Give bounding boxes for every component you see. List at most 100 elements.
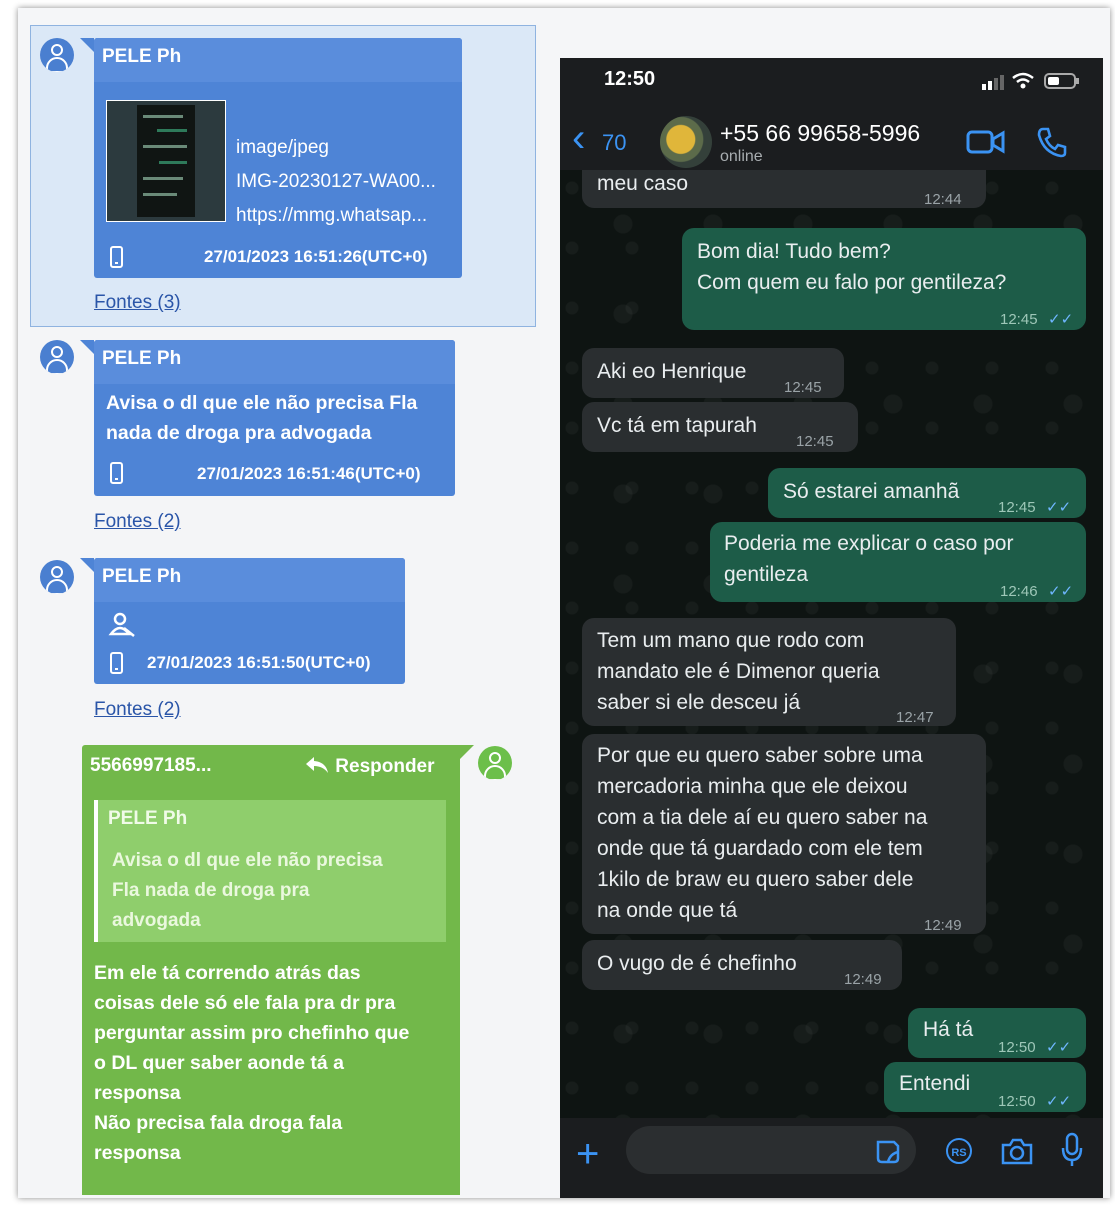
outgoing-message[interactable]: Entendi 12:50 ✓✓ <box>884 1062 1086 1112</box>
reply-button[interactable]: Responder <box>304 755 435 778</box>
phone-icon <box>110 246 123 268</box>
attachment-url[interactable]: https://mmg.whatsap... <box>236 201 427 231</box>
phone-call-icon[interactable] <box>1036 126 1068 158</box>
message-time: 12:45 <box>796 433 834 450</box>
message-text: mandato ele é Dimenor queria <box>597 660 880 683</box>
message-text: Em ele tá correndo atrás das coisas dele… <box>94 958 454 1168</box>
contact-name[interactable]: +55 66 99658-5996 <box>720 120 920 147</box>
phone-icon <box>110 462 123 484</box>
outgoing-message-bubble[interactable]: 5566997185... Responder PELE Ph Avisa o … <box>82 745 474 1195</box>
message-text-line: responsa <box>94 1142 181 1164</box>
sender-number: 5566997185... <box>90 755 212 776</box>
quoted-text: Avisa o dl que ele não precisa Fla nada … <box>112 846 432 936</box>
message-text: Poderia me explicar o caso por <box>724 532 1014 555</box>
read-ticks-icon: ✓✓ <box>1048 311 1074 328</box>
message-text: mercadoria minha que ele deixou <box>597 775 908 798</box>
wifi-icon <box>1012 72 1034 89</box>
message-text: Aki eo Henrique <box>597 360 747 383</box>
contact-card-icon <box>108 612 135 637</box>
chat-header: 12:50 ‹ 70 +55 66 99658-5996 online <box>560 58 1103 170</box>
message-time: 12:45 <box>784 379 822 396</box>
message-bubble[interactable]: PELE Ph Avisa o dl que ele não precisa F… <box>80 340 455 496</box>
message-text-line: Em ele tá correndo atrás das <box>94 962 361 984</box>
message-text-line: responsa <box>94 1082 181 1104</box>
sources-link[interactable]: Fontes (2) <box>94 699 181 721</box>
contact-avatar-icon <box>40 560 74 594</box>
message-time: 12:49 <box>844 971 882 988</box>
outgoing-message[interactable]: Há tá 12:50 ✓✓ <box>908 1008 1086 1058</box>
quoted-text-line: Fla nada de droga pra <box>112 880 310 901</box>
contact-avatar-icon <box>40 340 74 374</box>
microphone-icon[interactable] <box>1060 1132 1084 1168</box>
message-text: Bom dia! Tudo bem? <box>697 240 891 263</box>
attach-plus-icon[interactable]: + <box>576 1132 599 1177</box>
message-time: 12:49 <box>924 917 962 934</box>
quoted-message[interactable]: PELE Ph Avisa o dl que ele não precisa F… <box>94 800 446 942</box>
sources-link[interactable]: Fontes (2) <box>94 511 181 533</box>
outgoing-message[interactable]: Bom dia! Tudo bem? Com quem eu falo por … <box>682 228 1086 330</box>
quoted-text-line: Avisa o dl que ele não precisa <box>112 850 383 871</box>
message-bubble[interactable]: PELE Ph 27/01/2023 16:51:50(UTC+0) <box>80 558 405 684</box>
message-text: Tem um mano que rodo com <box>597 629 865 652</box>
message-bubble[interactable]: PELE Ph image/jpeg IMG-20230127-WA00... … <box>80 38 462 278</box>
camera-icon[interactable] <box>1000 1136 1034 1166</box>
message-time: 12:50 <box>998 1093 1036 1110</box>
incoming-message[interactable]: Por que eu quero saber sobre uma mercado… <box>582 734 986 934</box>
message-time: 12:47 <box>896 709 934 726</box>
read-ticks-icon: ✓✓ <box>1046 499 1072 516</box>
message-text: meu caso <box>597 172 689 195</box>
message-text-line: perguntar assim pro chefinho que <box>94 1022 410 1044</box>
message-text-line: Avisa o dl que ele não precisa Fla <box>106 392 418 414</box>
message-text: Por que eu quero saber sobre uma <box>597 744 923 767</box>
message-time: 12:45 <box>1000 311 1038 328</box>
incoming-message[interactable]: Aki eo Henrique 12:45 <box>582 348 844 398</box>
contact-avatar-icon <box>40 38 74 72</box>
back-unread-count[interactable]: 70 <box>602 130 626 156</box>
sender-name: PELE Ph <box>102 566 182 587</box>
sender-name: PELE Ph <box>102 46 182 67</box>
read-ticks-icon: ✓✓ <box>1048 583 1074 600</box>
message-text: saber si ele desceu já <box>597 691 801 714</box>
read-ticks-icon: ✓✓ <box>1046 1039 1072 1056</box>
sources-link[interactable]: Fontes (3) <box>94 292 181 314</box>
message-text: na onde que tá <box>597 899 738 922</box>
message-timestamp: 27/01/2023 16:51:26(UTC+0) <box>204 247 428 266</box>
phone-icon <box>110 652 123 674</box>
quoted-sender: PELE Ph <box>108 808 188 829</box>
incoming-message[interactable]: O vugo de é chefinho 12:49 <box>582 940 902 990</box>
message-text: Vc tá em tapurah <box>597 414 757 437</box>
incoming-message[interactable]: meu caso 12:44 <box>582 170 986 208</box>
incoming-message[interactable]: Tem um mano que rodo com mandato ele é D… <box>582 618 956 726</box>
message-time: 12:50 <box>998 1039 1036 1056</box>
message-input[interactable] <box>626 1126 916 1174</box>
message-text: onde que tá guardado com ele tem <box>597 837 923 860</box>
attachment-type: image/jpeg <box>236 137 329 158</box>
message-time: 12:46 <box>1000 583 1038 600</box>
contact-status: online <box>720 148 763 165</box>
outgoing-message[interactable]: Poderia me explicar o caso por gentileza… <box>710 522 1086 602</box>
incoming-message[interactable]: Vc tá em tapurah 12:45 <box>582 402 858 452</box>
message-text: gentileza <box>724 563 809 586</box>
whatsapp-phone-screenshot: 12:50 ‹ 70 +55 66 99658-5996 online meu … <box>560 58 1103 1198</box>
reply-arrow-icon <box>306 757 328 773</box>
message-text: Há tá <box>923 1018 974 1041</box>
signal-icon <box>982 75 1004 90</box>
contact-avatar[interactable] <box>660 116 712 168</box>
message-text: Só estarei amanhã <box>783 480 960 503</box>
message-text: com a tia dele aí eu quero saber na <box>597 806 928 829</box>
message-text: Entendi <box>899 1072 971 1095</box>
back-chevron-icon[interactable]: ‹ <box>572 118 585 158</box>
image-thumbnail[interactable] <box>106 100 226 222</box>
attachment-name: IMG-20230127-WA00... <box>236 171 436 192</box>
message-text-line: o DL quer saber aonde tá a <box>94 1052 344 1074</box>
message-time: 12:44 <box>924 191 962 208</box>
payment-icon[interactable]: RS <box>946 1138 972 1164</box>
message-text-line: nada de droga pra advogada <box>106 422 372 444</box>
message-timestamp: 27/01/2023 16:51:46(UTC+0) <box>197 464 421 483</box>
battery-icon <box>1044 73 1079 89</box>
message-text: Com quem eu falo por gentileza? <box>697 271 1007 294</box>
outgoing-message[interactable]: Só estarei amanhã 12:45 ✓✓ <box>768 468 1086 518</box>
video-call-icon[interactable] <box>966 128 1006 156</box>
quoted-text-line: advogada <box>112 910 201 931</box>
sticker-icon[interactable] <box>874 1138 902 1166</box>
